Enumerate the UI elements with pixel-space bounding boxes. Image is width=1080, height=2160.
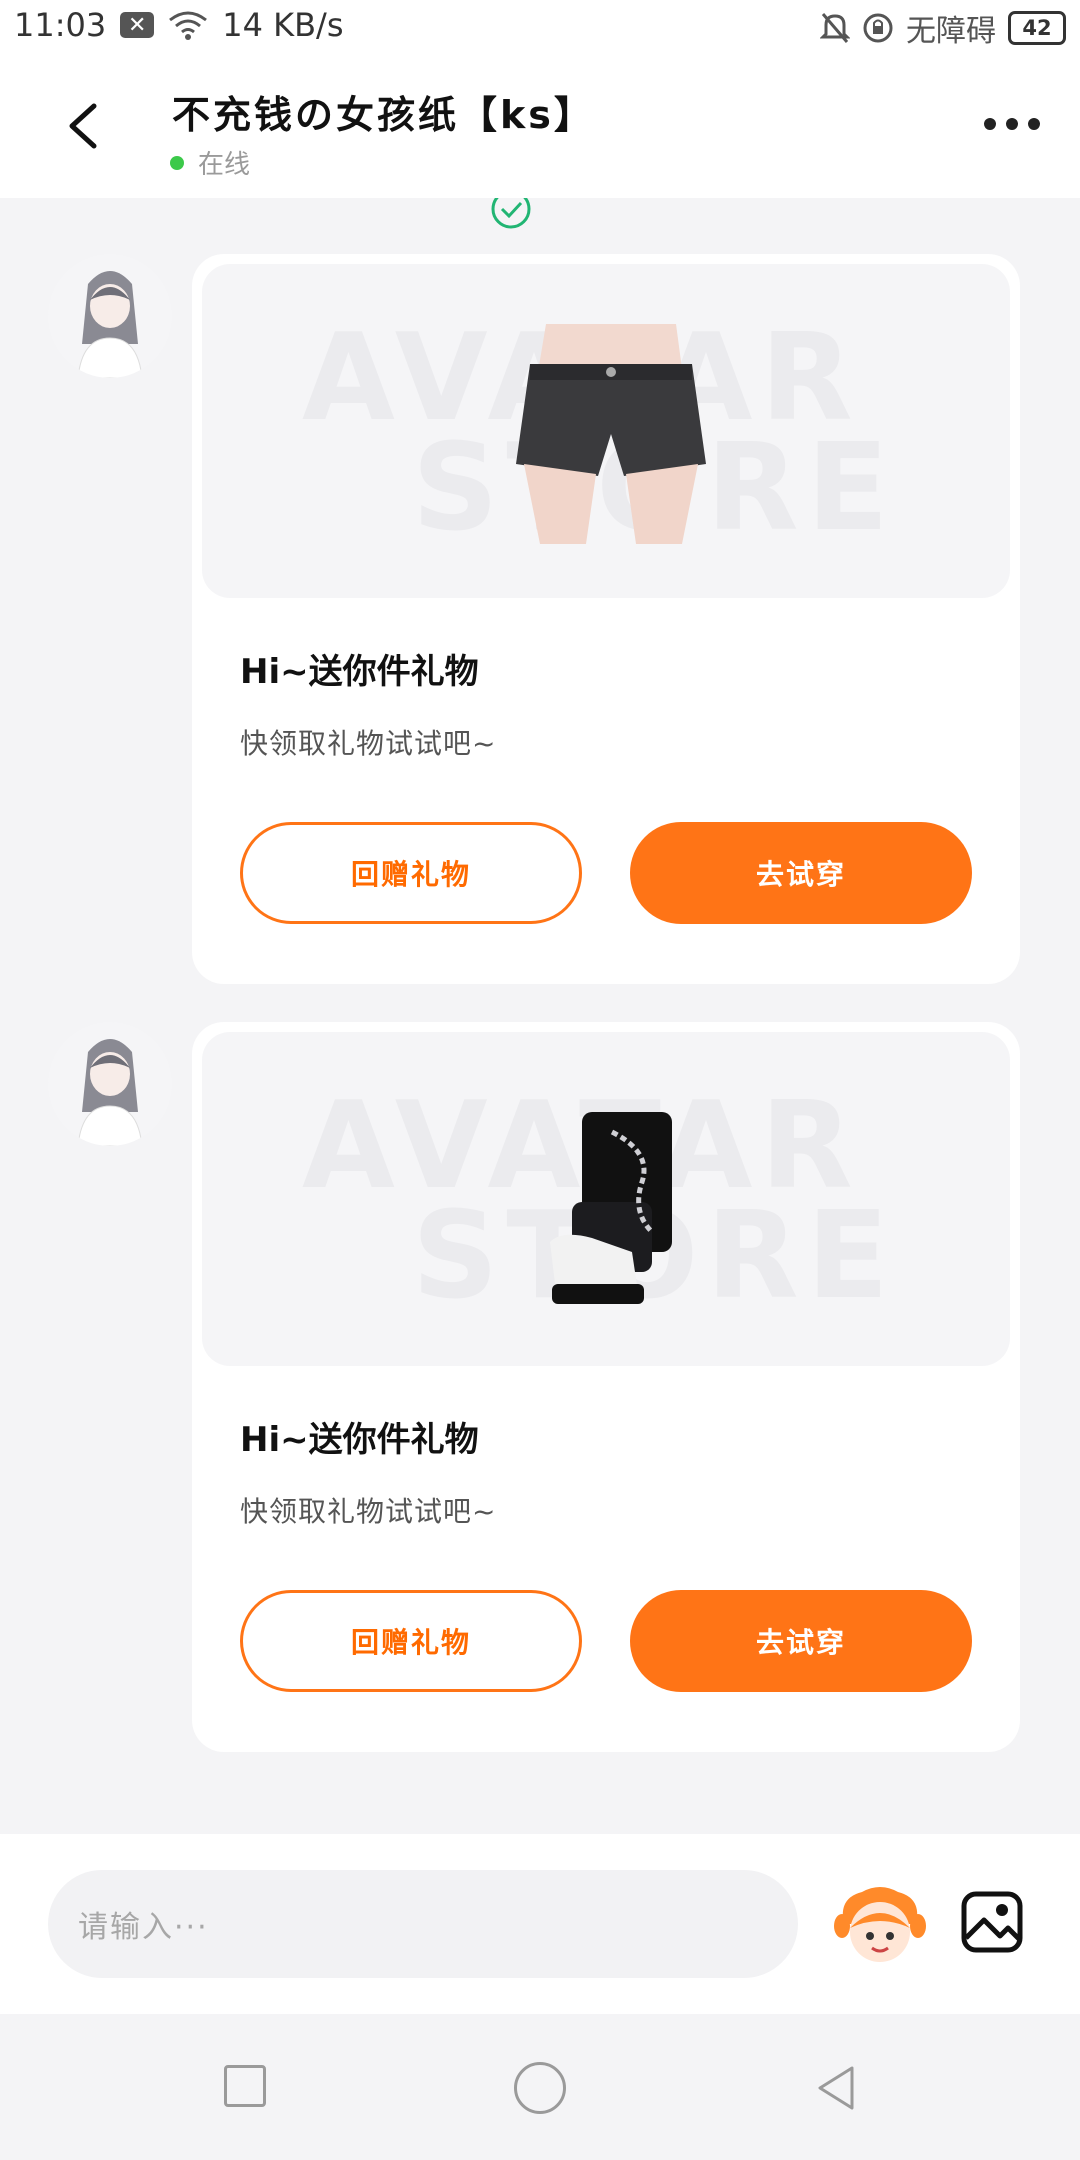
accessibility-label: 无障碍 bbox=[906, 14, 996, 49]
recent-apps-icon[interactable] bbox=[224, 2065, 266, 2107]
gift-subtitle: 快领取礼物试试吧~ bbox=[240, 727, 497, 760]
system-nav-bar bbox=[0, 2014, 1080, 2160]
clock: 11:03 bbox=[14, 6, 107, 44]
return-gift-button[interactable]: 回赠礼物 bbox=[240, 822, 582, 924]
gift-image[interactable]: AVATAR STORE bbox=[202, 1032, 1010, 1366]
home-icon[interactable] bbox=[514, 2062, 566, 2114]
gift-title: Hi~送你件礼物 bbox=[240, 652, 479, 692]
gift-image[interactable]: AVATAR STORE bbox=[202, 264, 1010, 598]
contact-name: 不充钱の女孩纸【ks】 bbox=[172, 93, 595, 137]
chat-messages[interactable]: AVATAR STORE Hi~送你件礼物 快领取礼物试试吧~ 回赠礼物 去试穿 bbox=[0, 198, 1080, 1834]
message-input[interactable]: 请输入··· bbox=[48, 1870, 798, 1978]
try-on-button[interactable]: 去试穿 bbox=[630, 1590, 972, 1692]
more-options-icon[interactable] bbox=[984, 118, 1040, 130]
gift-title: Hi~送你件礼物 bbox=[240, 1420, 479, 1460]
contact-avatar[interactable] bbox=[48, 1022, 172, 1146]
try-on-button[interactable]: 去试穿 bbox=[630, 822, 972, 924]
check-circle-icon bbox=[491, 198, 531, 229]
rotation-lock-icon bbox=[863, 13, 893, 43]
online-status-label: 在线 bbox=[198, 150, 251, 180]
close-notification-icon: ✕ bbox=[120, 12, 155, 38]
status-bar: 11:03 ✕ 14 KB/s 无障碍 42 bbox=[0, 0, 1080, 56]
gift-subtitle: 快领取礼物试试吧~ bbox=[240, 1495, 497, 1528]
chat-header: 不充钱の女孩纸【ks】 在线 bbox=[0, 56, 1080, 198]
battery-icon: 42 bbox=[1008, 11, 1066, 45]
nav-back-icon[interactable] bbox=[810, 2062, 862, 2114]
return-gift-button[interactable]: 回赠礼物 bbox=[240, 1590, 582, 1692]
boots-item-image bbox=[550, 1112, 672, 1304]
network-speed: 14 KB/s bbox=[222, 6, 344, 44]
shorts-item-image bbox=[516, 324, 706, 544]
online-dot-icon bbox=[170, 155, 184, 170]
message-input-placeholder: 请输入··· bbox=[78, 1910, 209, 1945]
image-picker-icon[interactable] bbox=[960, 1890, 1024, 1954]
wifi-icon bbox=[169, 11, 208, 40]
input-bar: 请输入··· bbox=[0, 1834, 1080, 2014]
online-status: 在线 bbox=[170, 144, 250, 181]
mascot-sticker-icon[interactable] bbox=[832, 1878, 928, 1974]
gift-card: AVATAR STORE Hi~送你件礼物 快领取礼物试试吧~ 回赠礼物 去试穿 bbox=[192, 254, 1020, 984]
gift-card: AVATAR STORE Hi~送你件礼物 快领取礼物试试吧~ 回赠礼物 去试穿 bbox=[192, 1022, 1020, 1752]
bell-muted-icon bbox=[820, 13, 850, 43]
back-icon[interactable] bbox=[56, 96, 116, 156]
contact-avatar[interactable] bbox=[48, 254, 172, 378]
